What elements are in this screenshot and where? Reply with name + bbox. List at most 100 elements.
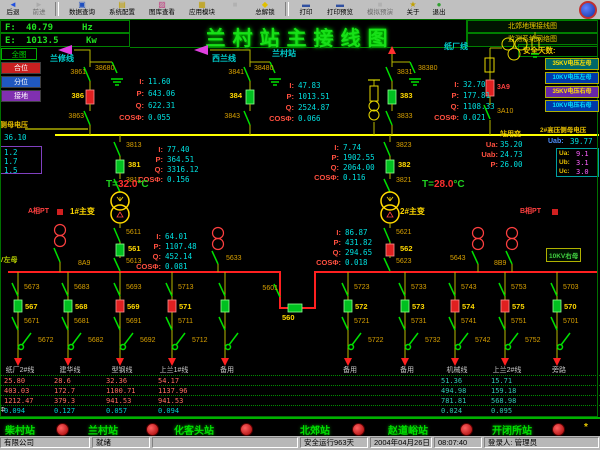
label-transformers-0-name: 1#主变 bbox=[70, 207, 106, 216]
label-top_feeders-2-name: 纸厂线 bbox=[444, 42, 474, 51]
nav-marker: * bbox=[584, 422, 588, 433]
label-feeder_table-columns-8-name: 上兰2#线 bbox=[481, 367, 533, 375]
label-transformers-0-high-values-3: 0.156 bbox=[167, 176, 221, 185]
station-indicator-icon bbox=[552, 423, 565, 436]
label-feeder_table-columns-7-name: 机械线 bbox=[431, 367, 483, 375]
feeder-breaker[interactable] bbox=[451, 300, 459, 312]
label-left_bus_panel-phases-2: 1.5 bbox=[4, 167, 34, 176]
label-transformers-0-bus_pt_disc: 5633 bbox=[226, 255, 250, 263]
label-measure_labels-0: I: bbox=[105, 233, 161, 242]
label-feeder_table-columns-9-breaker: 570 bbox=[564, 303, 586, 312]
label-measure_labels-1: P: bbox=[88, 90, 144, 99]
bus-voltage-button-0[interactable]: 35KV电压左母 bbox=[545, 58, 599, 70]
label-feeder_table-columns-5-name: 备用 bbox=[324, 367, 376, 375]
label-transformers-0-high-values-1: 364.51 bbox=[167, 156, 221, 165]
pt-5643-icon bbox=[473, 239, 484, 250]
label-feeder_table-columns-6-disc_top: 5733 bbox=[411, 284, 435, 292]
label-transformers-1-temp: T=28.0°C bbox=[422, 179, 465, 190]
bus-voltage-button-1[interactable]: 10KV电压左母 bbox=[545, 72, 599, 84]
label-top_feeders-0-values-1: 643.06 bbox=[148, 90, 202, 99]
label-transformers-0-bus_pt_label: 8A9 bbox=[78, 260, 98, 268]
label-feeder_table-columns-3-values-2: 941.53 bbox=[158, 397, 204, 405]
temp-label: T= bbox=[422, 179, 434, 190]
label-right_bus_panel-phase_labels-1: Ub: bbox=[559, 159, 575, 166]
legend-button-1[interactable]: 分位 bbox=[1, 76, 41, 88]
legend-button-2[interactable]: 接地 bbox=[1, 90, 41, 102]
label-feeder_table-columns-7-disc_bot: 5741 bbox=[461, 318, 485, 326]
label-transformers-1-low-disc_bot: 5623 bbox=[396, 258, 420, 266]
temp-unit: °C bbox=[453, 179, 464, 190]
station-nav-3[interactable]: 化客头站 bbox=[174, 422, 214, 437]
label-feeder_table-columns-7-values-1: 494.98 bbox=[441, 387, 487, 395]
label-feeder_table-columns-2-values-1: 1100.71 bbox=[106, 387, 152, 395]
station-nav-1[interactable]: 柴村站 bbox=[5, 422, 35, 437]
label-right_bus_panel-uab_label: Uab: bbox=[548, 138, 570, 146]
label-transformers-1-high-disc_top: 3823 bbox=[396, 142, 420, 150]
label-top_feeders-0-breaker: 386 bbox=[58, 92, 84, 101]
feeder-arrow-icon bbox=[401, 358, 409, 366]
station-nav-2[interactable]: 兰村站 bbox=[88, 422, 118, 437]
feeder-breaker[interactable] bbox=[116, 300, 124, 312]
label-feeder_table-columns-0-values-2: 1212.47 bbox=[4, 397, 50, 405]
label-top_feeders-0-values-3: 0.055 bbox=[148, 114, 202, 123]
label-measure_labels-1: P: bbox=[285, 239, 341, 248]
feeder-breaker[interactable] bbox=[14, 300, 22, 312]
label-header-freq-unit: Hz bbox=[82, 23, 102, 33]
label-measure_labels-0: I: bbox=[403, 81, 459, 90]
label-transformers-1-high-values-2: 2064.00 bbox=[343, 164, 397, 173]
table-separator bbox=[0, 405, 600, 406]
label-right_bus_panel-phases-1: 3.1 bbox=[576, 159, 596, 167]
label-feeder_table-columns-7-values-2: 781.81 bbox=[441, 397, 487, 405]
label-top_feeders-0-values-0: 11.60 bbox=[148, 78, 202, 87]
label-measure_labels-1: P: bbox=[107, 156, 163, 165]
bus-voltage-button-2[interactable]: 35KV电压右母 bbox=[545, 86, 599, 98]
label-measure_labels-2: Q: bbox=[285, 249, 341, 258]
label-feeder_table-columns-9-disc_bot: 5701 bbox=[563, 318, 587, 326]
label-station_transformer-title: 站用变 bbox=[500, 131, 536, 139]
pt-a-icon bbox=[55, 236, 66, 247]
label-measure_labels-0: I: bbox=[283, 144, 339, 153]
feeder-breaker[interactable] bbox=[501, 300, 509, 312]
label-feeder_table-columns-8-disc_top: 5753 bbox=[511, 284, 535, 292]
label-feeder_table-columns-0-earth: 5672 bbox=[38, 337, 62, 345]
feeder-breaker[interactable] bbox=[221, 300, 229, 312]
legend-button-0[interactable]: 合位 bbox=[1, 62, 41, 74]
label-feeder_table-columns-7-disc_top: 5743 bbox=[461, 284, 485, 292]
label-feeder_table-columns-0-values-3: 0.094 bbox=[4, 407, 50, 415]
label-transformers-1-low-disc_top: 5621 bbox=[396, 229, 420, 237]
feeder-breaker[interactable] bbox=[344, 300, 352, 312]
label-measure_labels-1: P: bbox=[105, 243, 161, 252]
station-indicator-icon bbox=[146, 423, 159, 436]
table-separator bbox=[0, 395, 600, 396]
label-feeder_table-columns-0-disc_top: 5673 bbox=[24, 284, 48, 292]
label-feeder_table-columns-7-breaker: 574 bbox=[462, 303, 484, 312]
label-right_bus_panel-phase_labels-2: Uc: bbox=[559, 168, 575, 175]
label-measure_labels-2: Q: bbox=[107, 166, 163, 175]
breaker-383[interactable] bbox=[388, 90, 396, 104]
label-measure_labels-3: COSΦ: bbox=[105, 263, 161, 272]
label-measure_labels-3: COSΦ: bbox=[283, 174, 339, 183]
temp-value: 32.0 bbox=[118, 179, 137, 190]
arrester-icon bbox=[532, 38, 539, 50]
label-bus_tie-disc: 5601 bbox=[250, 285, 278, 293]
bus-voltage-button-3[interactable]: 10KV电压右母 bbox=[545, 100, 599, 112]
label-transformers-1-bus_pt_disc: 5643 bbox=[450, 255, 476, 263]
feeder-breaker[interactable] bbox=[64, 300, 72, 312]
feeder-breaker[interactable] bbox=[401, 300, 409, 312]
station-nav-6[interactable]: 开闭所站 bbox=[492, 422, 532, 437]
feeder-breaker[interactable] bbox=[168, 300, 176, 312]
label-feeder_table-columns-8-earth: 5752 bbox=[525, 337, 549, 345]
label-feeder_table-columns-7-earth: 5742 bbox=[475, 337, 499, 345]
bus-tie-breaker[interactable] bbox=[288, 304, 302, 312]
label-feeder_table-columns-8-values-1: 159.18 bbox=[491, 387, 537, 395]
label-transformers-1-high-values-0: 7.74 bbox=[343, 144, 397, 153]
label-transformers-0-low-values-0: 64.01 bbox=[165, 233, 219, 242]
station-nav-5[interactable]: 赵道峪站 bbox=[388, 422, 428, 437]
feeder-arrow-icon bbox=[451, 358, 459, 366]
station-indicator-icon bbox=[240, 423, 253, 436]
label-feeder_table-columns-2-breaker: 569 bbox=[127, 303, 149, 312]
station-nav-4[interactable]: 北郊站 bbox=[300, 422, 330, 437]
feeder-breaker[interactable] bbox=[553, 300, 561, 312]
label-feeder_table-columns-5-disc_top: 5723 bbox=[354, 284, 378, 292]
label-feeder_table-columns-2-values-0: 32.36 bbox=[106, 377, 152, 385]
